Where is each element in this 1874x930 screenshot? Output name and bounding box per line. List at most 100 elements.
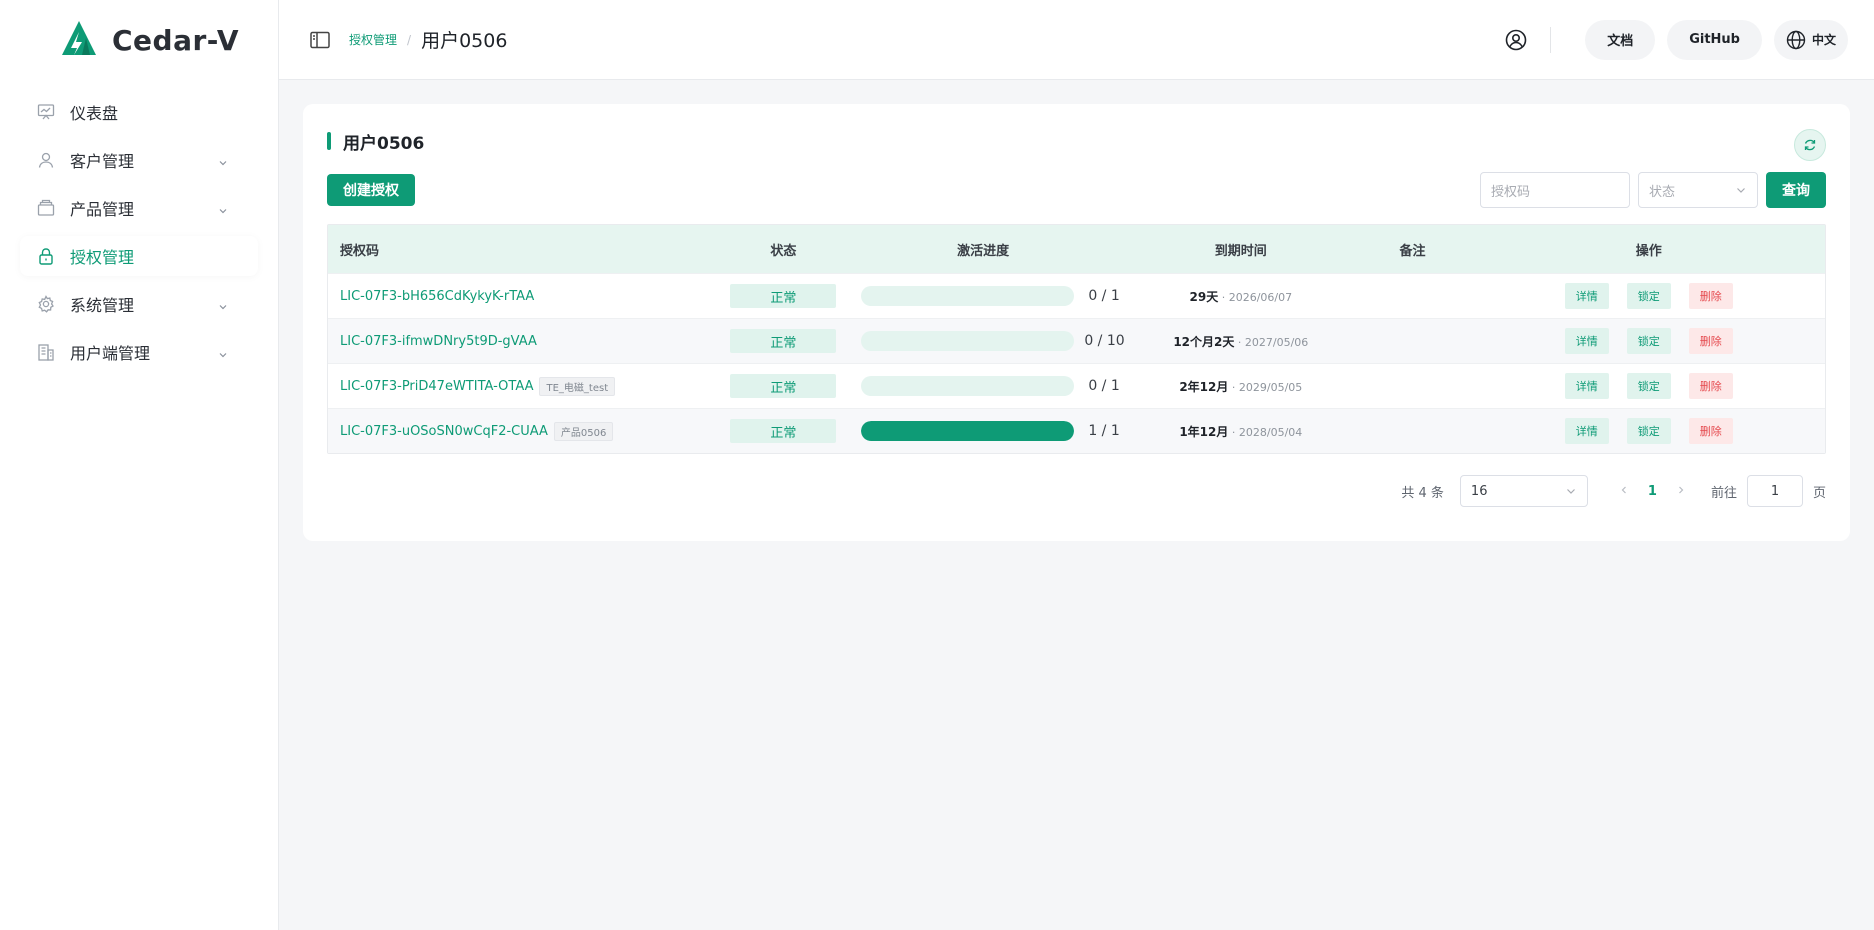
- status-cell: 正常: [729, 419, 837, 443]
- detail-button[interactable]: 详情: [1564, 418, 1609, 444]
- progress-bar: [861, 376, 1075, 396]
- breadcrumb: 授权管理 / 用户0506: [349, 26, 507, 53]
- page-number[interactable]: 1: [1648, 484, 1657, 499]
- title-accent: [327, 132, 331, 150]
- progress-cell: 0 / 1: [837, 286, 1129, 306]
- globe-icon: [1786, 30, 1806, 50]
- box-icon: [36, 198, 56, 218]
- license-code-link[interactable]: LIC-07F3-ifmwDNry5t9D-gVAA: [340, 334, 537, 349]
- status-badge: 正常: [730, 329, 837, 353]
- sidebar-item-licenses[interactable]: 授权管理: [20, 236, 258, 276]
- license-code-input[interactable]: 授权码: [1480, 172, 1630, 208]
- total-count: 共 4 条: [1401, 485, 1444, 501]
- refresh-button[interactable]: [1794, 129, 1826, 161]
- github-button[interactable]: GitHub: [1667, 19, 1762, 60]
- breadcrumb-parent[interactable]: 授权管理: [349, 31, 397, 48]
- language-button[interactable]: 中文: [1773, 19, 1848, 60]
- logo[interactable]: Cedar-V: [0, 0, 278, 80]
- next-page-icon[interactable]: [1673, 484, 1689, 499]
- chevron-down-icon: [218, 201, 228, 220]
- column-header: 备注: [1399, 243, 1426, 259]
- status-badge: 正常: [730, 284, 837, 308]
- ops-cell: 详情 锁定 删除: [1473, 373, 1826, 399]
- delete-button[interactable]: 删除: [1688, 283, 1733, 309]
- sidebar-item-dashboard[interactable]: 仪表盘: [20, 92, 258, 132]
- product-tag: TE_电磁_test: [539, 376, 616, 396]
- sidebar: Cedar-V 仪表盘 客户管理 产品管理 授权管理 系统管理 用户端管理: [0, 0, 279, 930]
- license-code-link[interactable]: LIC-07F3-uOSoSN0wCqF2-CUAA: [340, 424, 548, 439]
- detail-button[interactable]: 详情: [1564, 373, 1609, 399]
- sidebar-toggle-icon[interactable]: [309, 29, 331, 51]
- delete-button[interactable]: 删除: [1688, 373, 1733, 399]
- goto-label: 前往: [1710, 485, 1737, 501]
- filters: 授权码 状态 查询: [1480, 172, 1826, 208]
- app-root: Cedar-V 仪表盘 客户管理 产品管理 授权管理 系统管理 用户端管理 授权…: [0, 0, 1874, 930]
- progress-cell: 1 / 1: [837, 421, 1129, 441]
- breadcrumb-separator: /: [407, 32, 412, 47]
- toolbar: 创建授权 授权码 状态 查询: [327, 172, 1826, 208]
- docs-button[interactable]: 文档: [1585, 19, 1656, 60]
- expire-date: · 2027/05/06: [1234, 335, 1309, 349]
- sidebar-item-products[interactable]: 产品管理: [20, 188, 258, 228]
- progress-bar: [861, 286, 1075, 306]
- expire-date: · 2026/06/07: [1218, 290, 1293, 304]
- user-icon: [36, 150, 56, 170]
- content: 用户0506 创建授权 授权码 状态 查询 授权码 状态 激活进度 到期时间 备…: [279, 80, 1874, 541]
- ops-cell: 详情 锁定 删除: [1473, 283, 1826, 309]
- expire-relative: 12个月2天: [1173, 334, 1235, 349]
- lock-button[interactable]: 锁定: [1626, 328, 1671, 354]
- breadcrumb-current: 用户0506: [421, 30, 508, 52]
- lock-button[interactable]: 锁定: [1626, 283, 1671, 309]
- license-card: 用户0506 创建授权 授权码 状态 查询 授权码 状态 激活进度 到期时间 备…: [303, 104, 1850, 541]
- column-header: 激活进度: [957, 243, 1010, 259]
- query-button[interactable]: 查询: [1766, 172, 1826, 208]
- chevron-down-icon: [1735, 184, 1747, 196]
- account-icon[interactable]: [1504, 28, 1528, 52]
- sidebar-item-system[interactable]: 系统管理: [20, 284, 258, 324]
- status-badge: 正常: [730, 419, 837, 443]
- expire-relative: 2年12月: [1179, 379, 1229, 394]
- table-header: 授权码 状态 激活进度 到期时间 备注 操作: [328, 225, 1825, 273]
- sidebar-item-label: 授权管理: [70, 248, 135, 267]
- license-table: 授权码 状态 激活进度 到期时间 备注 操作 LIC-07F3-bH656CdK…: [327, 224, 1826, 454]
- expire-relative: 29天: [1189, 289, 1219, 304]
- sidebar-item-client[interactable]: 用户端管理: [20, 332, 258, 372]
- status-select[interactable]: 状态: [1638, 172, 1758, 208]
- expire-date: · 2028/05/04: [1228, 425, 1303, 439]
- detail-button[interactable]: 详情: [1564, 328, 1609, 354]
- ops-cell: 详情 锁定 删除: [1473, 418, 1826, 444]
- expire-date: · 2029/05/05: [1228, 380, 1303, 394]
- sidebar-item-customers[interactable]: 客户管理: [20, 140, 258, 180]
- lock-button[interactable]: 锁定: [1626, 373, 1671, 399]
- table-row: LIC-07F3-ifmwDNry5t9D-gVAA 正常 0 / 10 12个…: [328, 318, 1825, 363]
- column-header: 状态: [770, 243, 797, 259]
- license-code-link[interactable]: LIC-07F3-PriD47eWTITA-OTAA: [340, 379, 533, 394]
- chevron-down-icon: [218, 345, 228, 364]
- app-name: Cedar-V: [112, 23, 240, 57]
- progress-text: 1 / 1: [1088, 423, 1120, 439]
- status-badge: 正常: [730, 374, 837, 398]
- delete-button[interactable]: 删除: [1688, 418, 1733, 444]
- page-size-select[interactable]: 16: [1459, 475, 1588, 507]
- table-row: LIC-07F3-uOSoSN0wCqF2-CUAA 产品0506 正常 1 /…: [328, 408, 1825, 453]
- detail-button[interactable]: 详情: [1564, 283, 1609, 309]
- refresh-icon: [1803, 138, 1817, 152]
- lock-button[interactable]: 锁定: [1626, 418, 1671, 444]
- sidebar-item-label: 仪表盘: [70, 104, 119, 123]
- license-code-link[interactable]: LIC-07F3-bH656CdKykyK-rTAA: [340, 289, 534, 304]
- status-select-placeholder: 状态: [1649, 184, 1676, 200]
- ops-cell: 详情 锁定 删除: [1473, 328, 1826, 354]
- license-code-cell: LIC-07F3-uOSoSN0wCqF2-CUAA 产品0506: [328, 421, 729, 441]
- goto-page-input[interactable]: 1: [1746, 475, 1803, 507]
- delete-button[interactable]: 删除: [1688, 328, 1733, 354]
- header-divider: [1550, 26, 1552, 53]
- create-license-button[interactable]: 创建授权: [327, 174, 415, 206]
- progress-bar-fill: [861, 421, 1075, 441]
- header-actions: 文档 GitHub 中文: [1504, 19, 1848, 60]
- prev-page-icon[interactable]: [1616, 484, 1632, 499]
- building-icon: [36, 342, 56, 362]
- column-header: 操作: [1635, 243, 1662, 259]
- sidebar-item-label: 客户管理: [70, 152, 135, 171]
- license-code-cell: LIC-07F3-PriD47eWTITA-OTAA TE_电磁_test: [328, 376, 729, 396]
- sidebar-item-label: 系统管理: [70, 296, 135, 315]
